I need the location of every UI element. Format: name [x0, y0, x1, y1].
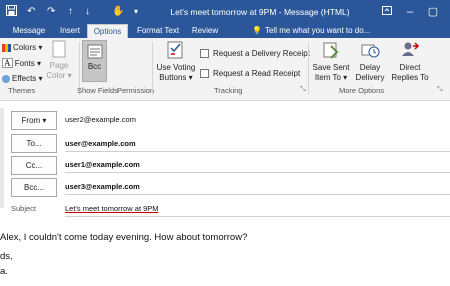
- page-color-label-2: Color: [46, 71, 66, 80]
- subject-field[interactable]: Let's meet tomorrow at 9PM: [65, 204, 159, 213]
- direct-label-2: Replies To: [391, 73, 429, 82]
- request-delivery-label: Request a Delivery Receipt: [213, 49, 310, 58]
- page-color-label-1: Page: [49, 61, 69, 70]
- direct-label-1: Direct: [399, 63, 421, 72]
- direct-replies-icon: [402, 42, 420, 56]
- page-color-button[interactable]: Page Color ▾: [44, 40, 74, 81]
- dialog-launcher-icon[interactable]: ⤡: [437, 86, 443, 94]
- to-button[interactable]: To...: [11, 134, 57, 153]
- separator: [152, 42, 153, 95]
- effects-button[interactable]: Effects ▾: [2, 73, 43, 84]
- use-voting-label-2: Buttons: [159, 73, 187, 82]
- colors-label: Colors: [13, 43, 37, 52]
- down-icon[interactable]: ↓: [85, 5, 90, 19]
- more-icon[interactable]: ▾: [134, 5, 138, 19]
- show-fields-group-label: Show Fields: [77, 86, 118, 95]
- colors-button[interactable]: Colors ▾: [2, 42, 42, 53]
- delay-label-2: Delivery: [355, 73, 385, 82]
- effects-icon: [2, 74, 10, 83]
- checkbox-icon: [200, 69, 209, 79]
- divider: [65, 172, 450, 173]
- dialog-launcher-icon[interactable]: ⤡: [300, 86, 306, 94]
- touch-icon[interactable]: ✋: [112, 5, 124, 19]
- tab-insert[interactable]: Insert: [55, 24, 85, 38]
- bcc-toggle-button[interactable]: Bcc: [82, 40, 107, 82]
- up-icon[interactable]: ↑: [68, 5, 73, 19]
- window-title: Let's meet tomorrow at 9PM - Message (HT…: [170, 7, 350, 17]
- colors-icon: [2, 43, 11, 52]
- minimize-icon[interactable]: –: [400, 0, 420, 24]
- bcc-icon: [87, 44, 102, 59]
- request-read-receipt-checkbox[interactable]: Request a Read Receipt: [200, 68, 300, 79]
- tab-options[interactable]: Options: [87, 24, 128, 38]
- body-line-1: Alex, I couldn't come today evening. How…: [0, 232, 248, 243]
- save-sent-icon: [323, 42, 339, 59]
- title-bar: ↶ ↷ ↑ ↓ ✋ ▾ Let's meet tomorrow at 9PM -…: [0, 0, 450, 24]
- fonts-icon: A: [2, 58, 13, 68]
- tab-format-text[interactable]: Format Text: [131, 24, 185, 38]
- checkbox-icon: [200, 49, 209, 59]
- use-voting-buttons[interactable]: Use Voting Buttons ▾: [154, 40, 198, 83]
- from-value[interactable]: user2@example.com: [65, 115, 136, 124]
- divider: [65, 216, 450, 217]
- ribbon: Colors ▾ A Fonts ▾ Effects ▾ Page Color …: [0, 38, 450, 101]
- bcc-label: Bcc: [87, 62, 102, 71]
- separator: [308, 42, 309, 95]
- from-button[interactable]: From ▾: [11, 111, 57, 130]
- save-icon[interactable]: [6, 5, 17, 21]
- message-body[interactable]: Alex, I couldn't come today evening. How…: [0, 230, 247, 279]
- save-sent-label-1: Save Sent: [312, 63, 350, 72]
- body-line-3: a.: [0, 266, 8, 277]
- permission-group-label: Permission: [117, 86, 155, 95]
- undo-icon[interactable]: ↶: [27, 5, 35, 19]
- direct-replies-button[interactable]: Direct Replies To: [388, 40, 432, 83]
- use-voting-label-1: Use Voting: [156, 63, 196, 72]
- maximize-icon[interactable]: ▢: [423, 0, 443, 24]
- body-line-2: ds,: [0, 251, 13, 262]
- divider: [65, 194, 450, 195]
- tab-review[interactable]: Review: [188, 24, 222, 38]
- request-read-label: Request a Read Receipt: [213, 69, 301, 78]
- save-sent-item-button[interactable]: Save Sent Item To ▾: [310, 40, 352, 83]
- more-options-group-label: More Options: [339, 86, 385, 95]
- save-sent-label-2: Item To: [314, 73, 341, 82]
- bcc-button[interactable]: Bcc...: [11, 178, 57, 197]
- tell-me-box[interactable]: 💡 Tell me what you want to do...: [252, 24, 370, 38]
- request-delivery-receipt-checkbox[interactable]: Request a Delivery Receipt: [200, 48, 310, 59]
- themes-group-label: Themes: [8, 86, 36, 95]
- ribbon-options-icon[interactable]: [377, 0, 397, 24]
- divider: [65, 151, 450, 152]
- effects-label: Effects: [12, 74, 37, 83]
- from-label: From: [21, 116, 41, 125]
- subject-label: Subject: [11, 204, 37, 213]
- cc-field[interactable]: user1@example.com: [65, 160, 140, 169]
- delay-label-1: Delay: [359, 63, 381, 72]
- cc-button[interactable]: Cc...: [11, 156, 57, 175]
- fonts-button[interactable]: A Fonts ▾: [2, 58, 41, 69]
- ribbon-tabs: Message Insert Options Format Text Revie…: [0, 24, 450, 38]
- tell-me-text: Tell me what you want to do...: [264, 26, 371, 35]
- delay-delivery-button[interactable]: Delay Delivery: [352, 40, 388, 83]
- page-color-icon: [52, 40, 66, 58]
- redo-icon[interactable]: ↷: [47, 5, 55, 19]
- to-field[interactable]: user@example.com: [65, 139, 136, 148]
- fonts-label: Fonts: [14, 59, 35, 68]
- bcc-field[interactable]: user3@example.com: [65, 182, 140, 191]
- tracking-group-label: Tracking: [214, 86, 243, 95]
- voting-icon: [167, 41, 183, 59]
- lightbulb-icon: 💡: [252, 26, 262, 35]
- delay-delivery-icon: [361, 44, 380, 58]
- send-button-edge[interactable]: [0, 108, 4, 208]
- tab-message[interactable]: Message: [6, 24, 52, 38]
